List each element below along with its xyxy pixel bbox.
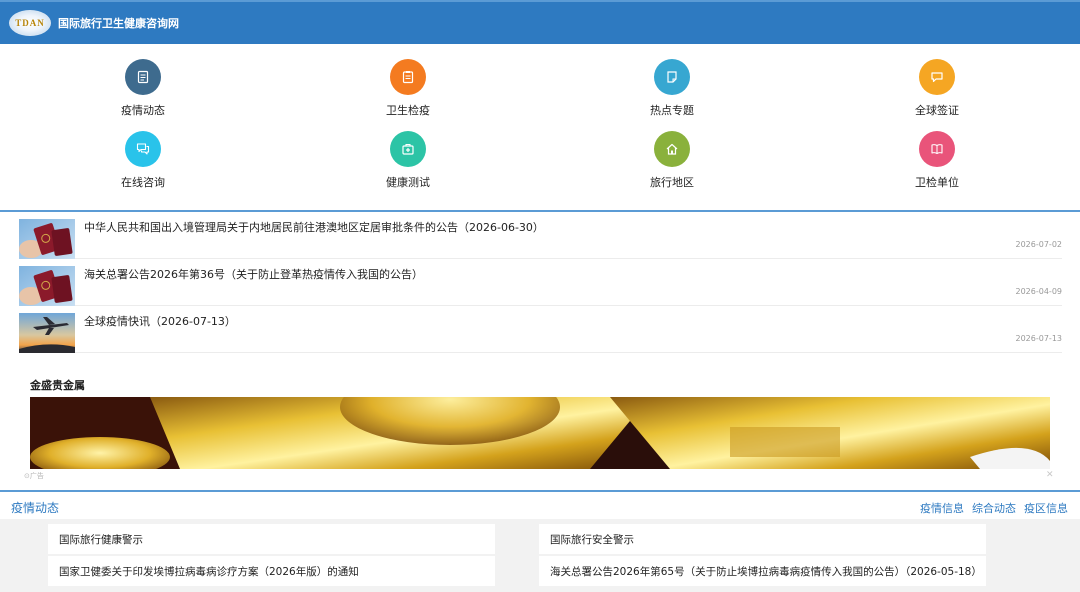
list-item[interactable]: 国际旅行安全警示 — [539, 524, 986, 554]
tab-epidemic-info[interactable]: 疫情信息 — [920, 500, 964, 516]
nav-item-quarantine-units[interactable]: 卫检单位 — [857, 131, 1017, 201]
ad-close-icon[interactable]: ✕ — [1046, 470, 1054, 480]
book-icon — [919, 131, 955, 167]
nav-label: 疫情动态 — [121, 104, 165, 117]
first-aid-icon — [390, 131, 426, 167]
nav-label: 健康测试 — [386, 176, 430, 189]
section-title[interactable]: 疫情动态 — [11, 499, 59, 516]
document-icon — [125, 59, 161, 95]
news-title: 中华人民共和国出入境管理局关于内地居民前往港澳地区定居审批条件的公告（2026-… — [84, 221, 544, 234]
left-panel: 国际旅行健康警示 国家卫健委关于印发埃博拉病毒病诊疗方案（2026年版）的通知 — [48, 524, 495, 588]
nav-label: 旅行地区 — [650, 176, 694, 189]
gold-bars-ad-image[interactable] — [30, 397, 1050, 469]
passport-thumbnail — [19, 219, 75, 259]
chat-bubble-icon — [919, 59, 955, 95]
home-icon — [654, 131, 690, 167]
nav-item-health-test[interactable]: 健康测试 — [328, 131, 488, 201]
nav-item-health-quarantine[interactable]: 卫生检疫 — [328, 59, 488, 129]
ad-title[interactable]: 金盛贵金属 — [30, 377, 85, 393]
chat-icon — [125, 131, 161, 167]
list-item[interactable]: 海关总署公告2026年第65号（关于防止埃博拉病毒病疫情传入我国的公告）（202… — [539, 556, 986, 586]
news-item[interactable]: 海关总署公告2026年第36号（关于防止登革热疫情传入我国的公告） 2026-0… — [19, 259, 1062, 306]
nav-item-hot-topics[interactable]: 热点专题 — [592, 59, 752, 129]
logo-text: TDAN — [15, 18, 45, 28]
news-date: 2026-07-02 — [1015, 240, 1063, 249]
nav-item-online-consult[interactable]: 在线咨询 — [63, 131, 223, 201]
nav-item-epidemic-news[interactable]: 疫情动态 — [63, 59, 223, 129]
right-panel: 国际旅行安全警示 海关总署公告2026年第65号（关于防止埃博拉病毒病疫情传入我… — [539, 524, 986, 588]
passport-thumbnail — [19, 266, 75, 306]
page-icon — [654, 59, 690, 95]
news-item[interactable]: 全球疫情快讯（2026-07-13） 2026-07-13 — [19, 306, 1062, 353]
list-item[interactable]: 国家卫健委关于印发埃博拉病毒病诊疗方案（2026年版）的通知 — [48, 556, 495, 586]
nav-label: 卫生检疫 — [386, 104, 430, 117]
list-item[interactable]: 国际旅行健康警示 — [48, 524, 495, 554]
clipboard-icon — [390, 59, 426, 95]
section-tabs: 疫情信息 综合动态 疫区信息 — [920, 500, 1068, 516]
nav-grid: 疫情动态 卫生检疫 热点专题 全球签证 在线咨询 健康测试 旅行地区 卫检单位 — [0, 44, 1080, 210]
site-logo[interactable]: TDAN — [9, 10, 51, 36]
news-title: 全球疫情快讯（2026-07-13） — [84, 315, 236, 328]
news-title: 海关总署公告2026年第36号（关于防止登革热疫情传入我国的公告） — [84, 268, 423, 281]
ad-mark: ⊙广告 — [24, 472, 44, 480]
nav-label: 卫检单位 — [915, 176, 959, 189]
site-header: TDAN 国际旅行卫生健康咨询网 — [0, 0, 1080, 44]
tab-general-news[interactable]: 综合动态 — [972, 500, 1016, 516]
epidemic-section-header: 疫情动态 疫情信息 综合动态 疫区信息 — [0, 490, 1080, 519]
nav-label: 在线咨询 — [121, 176, 165, 189]
nav-label: 全球签证 — [915, 104, 959, 117]
nav-label: 热点专题 — [650, 104, 694, 117]
nav-item-travel-regions[interactable]: 旅行地区 — [592, 131, 752, 201]
site-title[interactable]: 国际旅行卫生健康咨询网 — [58, 15, 179, 31]
news-date: 2026-07-13 — [1015, 334, 1063, 343]
tab-epidemic-area-info[interactable]: 疫区信息 — [1024, 500, 1068, 516]
news-date: 2026-04-09 — [1015, 287, 1063, 296]
news-item[interactable]: 中华人民共和国出入境管理局关于内地居民前往港澳地区定居审批条件的公告（2026-… — [19, 212, 1062, 259]
airplane-thumbnail — [19, 313, 75, 353]
nav-item-global-visa[interactable]: 全球签证 — [857, 59, 1017, 129]
